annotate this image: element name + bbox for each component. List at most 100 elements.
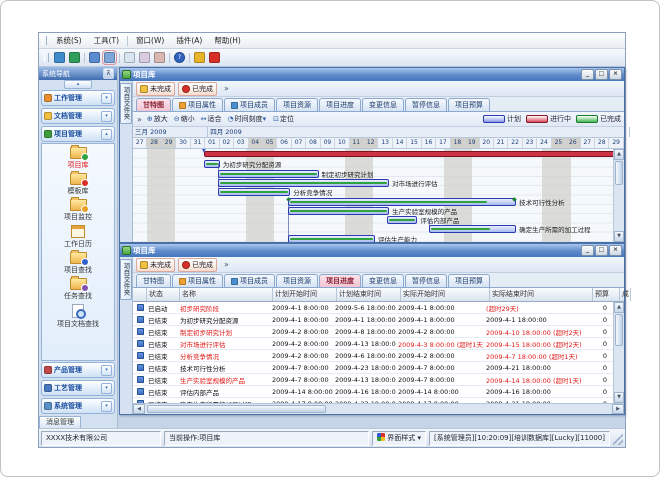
gantt-tool-1[interactable]: ⊖缩小 <box>174 114 195 124</box>
minimize-button[interactable]: _ <box>581 245 594 256</box>
table-hscrollbar[interactable]: ◀▶ <box>133 403 624 414</box>
help-icon[interactable]: ? <box>174 52 185 63</box>
menu-item-4[interactable]: 插件(A) <box>170 34 208 48</box>
tab-0[interactable]: 甘特图 <box>136 274 171 287</box>
sidebar-section-bottom-1[interactable]: 工艺管理▾ <box>41 380 115 396</box>
sidebar-section-bottom-0[interactable]: 产品管理▾ <box>41 362 115 378</box>
window-titlebar-table[interactable]: 项目库_□× <box>120 244 624 257</box>
gantt-tool-3[interactable]: ◔时间刻度 ▾ <box>228 114 268 124</box>
table-row[interactable]: 已结束制定初步研究计划2009-4-2 8:00:002009-4-8 18:0… <box>133 326 613 338</box>
chevron-icon[interactable]: ▾ <box>101 93 112 104</box>
gantt-vscrollbar[interactable]: ▲▼ <box>613 149 624 242</box>
maximize-button[interactable]: □ <box>595 69 608 80</box>
tab-6[interactable]: 暂停信息 <box>405 274 447 287</box>
sidebar-item-3[interactable]: 工作日历 <box>64 225 92 249</box>
sidebar-item-4[interactable]: 项目查找 <box>64 252 92 275</box>
sidebar-item-0[interactable]: 项目库 <box>68 147 89 170</box>
collapse-button[interactable]: ▴ <box>64 80 92 89</box>
column-header-7[interactable]: 成 <box>620 288 631 301</box>
gantt-overflow-icon[interactable]: » <box>137 115 142 124</box>
chevron-icon[interactable]: ▾ <box>101 365 112 376</box>
scroll-thumb[interactable] <box>615 314 623 346</box>
project-folder-tab[interactable]: 项目文件夹 <box>120 83 132 124</box>
table-row[interactable]: 已结束对市场进行评估2009-4-2 8:00:002009-4-13 18:0… <box>133 338 613 350</box>
toolbar-overflow-icon[interactable]: » <box>224 84 229 93</box>
finished-button[interactable]: 已完成 <box>178 82 217 96</box>
minimize-button[interactable]: _ <box>581 69 594 80</box>
toolbar-overflow-icon[interactable]: » <box>224 260 229 269</box>
scroll-thumb[interactable] <box>147 405 326 413</box>
gantt-bar-4[interactable] <box>218 188 291 196</box>
scroll-down-icon[interactable]: ▼ <box>614 392 624 403</box>
sidebar-section-bottom-2[interactable]: 系统管理▾ <box>41 398 115 414</box>
tab-1[interactable]: 项目属性 <box>172 274 223 287</box>
gantt-bar-2[interactable] <box>218 170 319 178</box>
lock-icon[interactable] <box>194 52 205 63</box>
sidebar-item-1[interactable]: 模板库 <box>68 173 89 196</box>
column-header-2[interactable]: 计划开始时间 <box>273 288 337 301</box>
table-row[interactable]: 已结束评估内部产品2009-4-14 8:00:002009-4-16 18:0… <box>133 386 613 398</box>
sidebar-item-2[interactable]: 项目监控 <box>64 199 92 222</box>
column-header-3[interactable]: 计划结束时间 <box>337 288 401 301</box>
scroll-thumb[interactable] <box>615 161 623 185</box>
gantt-tool-4[interactable]: ⊡定位 <box>273 114 294 124</box>
column-header-4[interactable]: 实际开始时间 <box>401 288 490 301</box>
gantt-bar-3[interactable] <box>218 179 389 187</box>
gantt-bar-5[interactable] <box>288 198 516 206</box>
menu-item-2[interactable]: 工具(T) <box>88 34 125 48</box>
tab-4[interactable]: 项目进度 <box>319 98 361 111</box>
sidebar-section-top-2[interactable]: 项目管理▴ <box>41 126 115 142</box>
tab-4[interactable]: 项目进度 <box>319 274 361 287</box>
tab-3[interactable]: 项目资源 <box>276 274 318 287</box>
tab-5[interactable]: 变更信息 <box>362 274 404 287</box>
scroll-left-icon[interactable]: ◀ <box>133 404 145 414</box>
project-folder-tab[interactable]: 项目文件夹 <box>120 259 132 300</box>
chevron-icon[interactable]: ▾ <box>101 383 112 394</box>
tab-7[interactable]: 项目预算 <box>448 274 490 287</box>
table-row[interactable]: 已启动初步研究阶段2009-4-1 8:00:002009-5-6 18:00:… <box>133 302 613 314</box>
gantt-bar-0[interactable] <box>204 151 613 157</box>
column-header-6[interactable]: 预算 <box>593 288 620 301</box>
table-row[interactable]: 已结束生产实验室规模的产品2009-4-7 8:00:002009-4-13 1… <box>133 374 613 386</box>
gantt-bar-6[interactable] <box>288 207 389 215</box>
menu-item-5[interactable]: 帮助(H) <box>208 34 247 48</box>
table-vscrollbar[interactable]: ▲▼ <box>613 302 624 403</box>
exit-icon[interactable] <box>209 52 220 63</box>
sidebar-section-top-0[interactable]: 工作管理▾ <box>41 90 115 106</box>
style-button[interactable]: 界面样式 ▾ <box>372 431 426 446</box>
chevron-icon[interactable]: ▾ <box>101 401 112 412</box>
gantt-tool-2[interactable]: ↔适合 <box>201 114 222 124</box>
tab-2[interactable]: 项目成员 <box>224 98 275 111</box>
tab-0[interactable]: 甘特图 <box>136 98 171 111</box>
save-icon[interactable] <box>104 52 115 63</box>
table-row[interactable]: 已结束分析竞争情况2009-4-2 8:00:002009-4-6 18:00:… <box>133 350 613 362</box>
gantt-bar-7[interactable] <box>387 216 417 224</box>
chevron-icon[interactable]: ▴ <box>101 129 112 140</box>
maximize-button[interactable]: □ <box>595 245 608 256</box>
unfinished-button[interactable]: 未完成 <box>136 258 175 272</box>
scroll-up-icon[interactable]: ▲ <box>614 149 624 160</box>
finished-button[interactable]: 已完成 <box>178 258 217 272</box>
pin-icon[interactable]: ⊼ <box>103 68 114 79</box>
menu-item-1[interactable]: 系统(S) <box>50 34 88 48</box>
sidebar-item-6[interactable]: 项目文档查找 <box>57 304 99 329</box>
tab-1[interactable]: 项目属性 <box>172 98 223 111</box>
scroll-down-icon[interactable]: ▼ <box>614 231 624 242</box>
tab-5[interactable]: 变更信息 <box>362 98 404 111</box>
chevron-icon[interactable]: ▾ <box>101 111 112 122</box>
resize-grip[interactable] <box>613 432 623 445</box>
sidebar-item-5[interactable]: 任务查找 <box>64 278 92 301</box>
doc-new-icon[interactable] <box>124 52 135 63</box>
tab-6[interactable]: 暂停信息 <box>405 98 447 111</box>
tab-7[interactable]: 项目预算 <box>448 98 490 111</box>
scroll-up-icon[interactable]: ▲ <box>614 302 624 313</box>
tab-2[interactable]: 项目成员 <box>224 274 275 287</box>
close-button[interactable]: × <box>609 245 622 256</box>
window-titlebar-gantt[interactable]: 项目库_□× <box>120 68 624 81</box>
table-row[interactable]: 已结束技术可行性分析2009-4-7 8:00:002009-4-23 18:0… <box>133 362 613 374</box>
tab-3[interactable]: 项目资源 <box>276 98 318 111</box>
table-row[interactable]: 已结束为初步研究分配资源2009-4-1 8:00:002009-4-1 18:… <box>133 314 613 326</box>
computer-icon[interactable] <box>54 52 65 63</box>
column-header-0[interactable]: 状态 <box>147 288 180 301</box>
gantt-bar-9[interactable] <box>288 235 375 242</box>
